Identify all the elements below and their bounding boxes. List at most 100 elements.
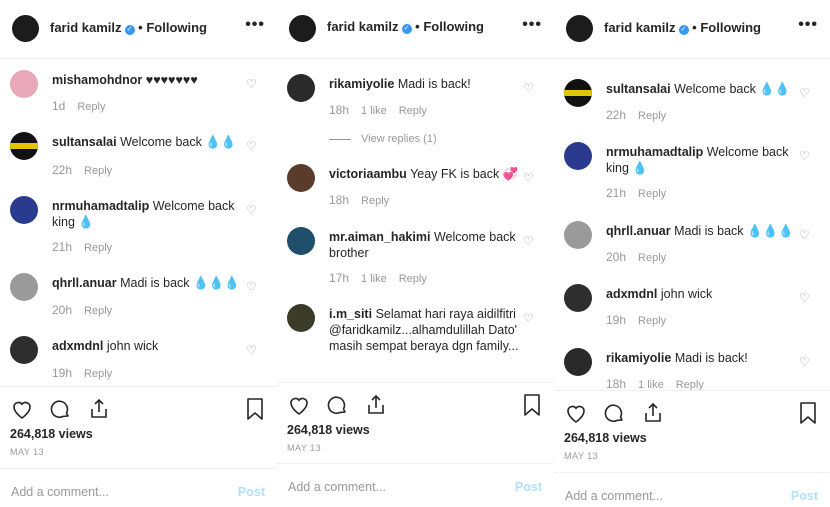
avatar[interactable] xyxy=(287,227,315,255)
comment-username[interactable]: rikamiyolie xyxy=(606,351,671,365)
avatar[interactable] xyxy=(10,273,38,301)
comment-time: 21h xyxy=(52,240,73,254)
heart-icon[interactable]: ♡ xyxy=(799,150,810,162)
view-count[interactable]: 264,818 views xyxy=(10,427,93,441)
avatar[interactable] xyxy=(564,221,592,249)
heart-icon[interactable]: ♡ xyxy=(246,204,257,216)
comment-username[interactable]: adxmdnl xyxy=(606,287,657,301)
avatar[interactable] xyxy=(10,336,38,364)
view-count[interactable]: 264,818 views xyxy=(287,423,370,437)
avatar[interactable] xyxy=(564,348,592,376)
reply-button[interactable]: Reply xyxy=(84,165,112,177)
bookmark-icon[interactable] xyxy=(522,393,542,422)
avatar[interactable] xyxy=(289,15,316,42)
bookmark-icon[interactable] xyxy=(245,397,265,426)
avatar[interactable] xyxy=(10,196,38,224)
heart-icon[interactable]: ♡ xyxy=(523,312,534,324)
comment-username[interactable]: qhrll.anuar xyxy=(52,276,117,290)
reply-button[interactable]: Reply xyxy=(638,252,666,264)
heart-icon[interactable]: ♡ xyxy=(246,140,257,152)
comment-text: Madi is back 💧💧💧 xyxy=(674,224,794,238)
comment-icon[interactable] xyxy=(325,393,349,422)
bookmark-icon[interactable] xyxy=(798,401,818,430)
avatar[interactable] xyxy=(287,74,315,102)
comment-username[interactable]: victoriaambu xyxy=(329,167,407,181)
view-replies-link[interactable]: View replies (1) xyxy=(329,133,437,145)
heart-icon[interactable]: ♡ xyxy=(799,229,810,241)
share-icon[interactable] xyxy=(641,401,665,430)
comment-input[interactable]: Add a comment... xyxy=(565,489,663,503)
reply-button[interactable]: Reply xyxy=(361,195,389,207)
heart-icon[interactable] xyxy=(10,397,34,426)
comment-username[interactable]: nrmuhamadtalip xyxy=(52,199,149,213)
avatar[interactable] xyxy=(566,15,593,42)
reply-button[interactable]: Reply xyxy=(84,368,112,380)
heart-icon[interactable]: ♡ xyxy=(523,172,534,184)
more-icon[interactable]: ••• xyxy=(245,16,265,34)
comment-input[interactable]: Add a comment... xyxy=(288,480,386,494)
avatar[interactable] xyxy=(10,132,38,160)
reply-button[interactable]: Reply xyxy=(77,101,105,113)
following-button[interactable]: Following xyxy=(423,19,484,34)
post-header: farid kamilz ✓ • Following ••• xyxy=(277,0,554,59)
heart-icon[interactable] xyxy=(564,401,588,430)
following-button[interactable]: Following xyxy=(700,20,761,35)
view-count[interactable]: 264,818 views xyxy=(564,431,647,445)
comment-username[interactable]: mishamohdnor xyxy=(52,73,142,87)
heart-icon[interactable] xyxy=(287,393,311,422)
avatar[interactable] xyxy=(564,79,592,107)
comment-text: Yeay FK is back 💞 xyxy=(410,167,519,181)
heart-icon[interactable]: ♡ xyxy=(799,356,810,368)
share-icon[interactable] xyxy=(364,393,388,422)
comment-username[interactable]: sultansalai xyxy=(606,82,671,96)
action-bar: 264,818 views MAY 13 xyxy=(0,386,277,464)
username[interactable]: farid kamilz xyxy=(50,20,122,35)
heart-icon[interactable]: ♡ xyxy=(246,281,257,293)
post-button[interactable]: Post xyxy=(515,480,542,494)
more-icon[interactable]: ••• xyxy=(522,16,542,34)
comment-time: 20h xyxy=(52,303,73,317)
avatar[interactable] xyxy=(287,164,315,192)
heart-icon[interactable]: ♡ xyxy=(246,78,257,90)
reply-button[interactable]: Reply xyxy=(638,188,666,200)
following-button[interactable]: Following xyxy=(146,20,207,35)
avatar[interactable] xyxy=(564,284,592,312)
comment-time: 22h xyxy=(606,108,627,122)
reply-button[interactable]: Reply xyxy=(399,105,427,117)
comment-username[interactable]: qhrll.anuar xyxy=(606,224,671,238)
reply-line xyxy=(329,138,351,140)
avatar[interactable] xyxy=(10,70,38,98)
avatar[interactable] xyxy=(287,304,315,332)
reply-button[interactable]: Reply xyxy=(638,110,666,122)
reply-button[interactable]: Reply xyxy=(84,305,112,317)
reply-button[interactable]: Reply xyxy=(399,273,427,285)
comment-username[interactable]: i.m_siti xyxy=(329,307,372,321)
comment-icon[interactable] xyxy=(48,397,72,426)
comment-username[interactable]: adxmdnl xyxy=(52,339,103,353)
heart-icon[interactable]: ♡ xyxy=(799,292,810,304)
comment-input[interactable]: Add a comment... xyxy=(11,485,109,499)
heart-icon[interactable]: ♡ xyxy=(799,87,810,99)
heart-icon[interactable]: ♡ xyxy=(246,344,257,356)
comment-time: 19h xyxy=(52,366,73,380)
heart-icon[interactable]: ♡ xyxy=(523,235,534,247)
username[interactable]: farid kamilz xyxy=(327,19,399,34)
share-icon[interactable] xyxy=(87,397,111,426)
heart-icon[interactable]: ♡ xyxy=(523,82,534,94)
comment-text: Madi is back! xyxy=(674,351,748,365)
reply-button[interactable]: Reply xyxy=(84,242,112,254)
reply-button[interactable]: Reply xyxy=(638,315,666,327)
comment-time: 18h xyxy=(329,193,350,207)
comment-username[interactable]: mr.aiman_hakimi xyxy=(329,230,430,244)
post-button[interactable]: Post xyxy=(238,485,265,499)
avatar[interactable] xyxy=(564,142,592,170)
more-icon[interactable]: ••• xyxy=(798,16,818,34)
comment-username[interactable]: rikamiyolie xyxy=(329,77,394,91)
avatar[interactable] xyxy=(12,15,39,42)
comment-username[interactable]: sultansalai xyxy=(52,135,117,149)
comment-icon[interactable] xyxy=(602,401,626,430)
comment-username[interactable]: nrmuhamadtalip xyxy=(606,145,703,159)
username[interactable]: farid kamilz xyxy=(604,20,676,35)
comment-time: 19h xyxy=(606,313,627,327)
post-button[interactable]: Post xyxy=(791,489,818,503)
